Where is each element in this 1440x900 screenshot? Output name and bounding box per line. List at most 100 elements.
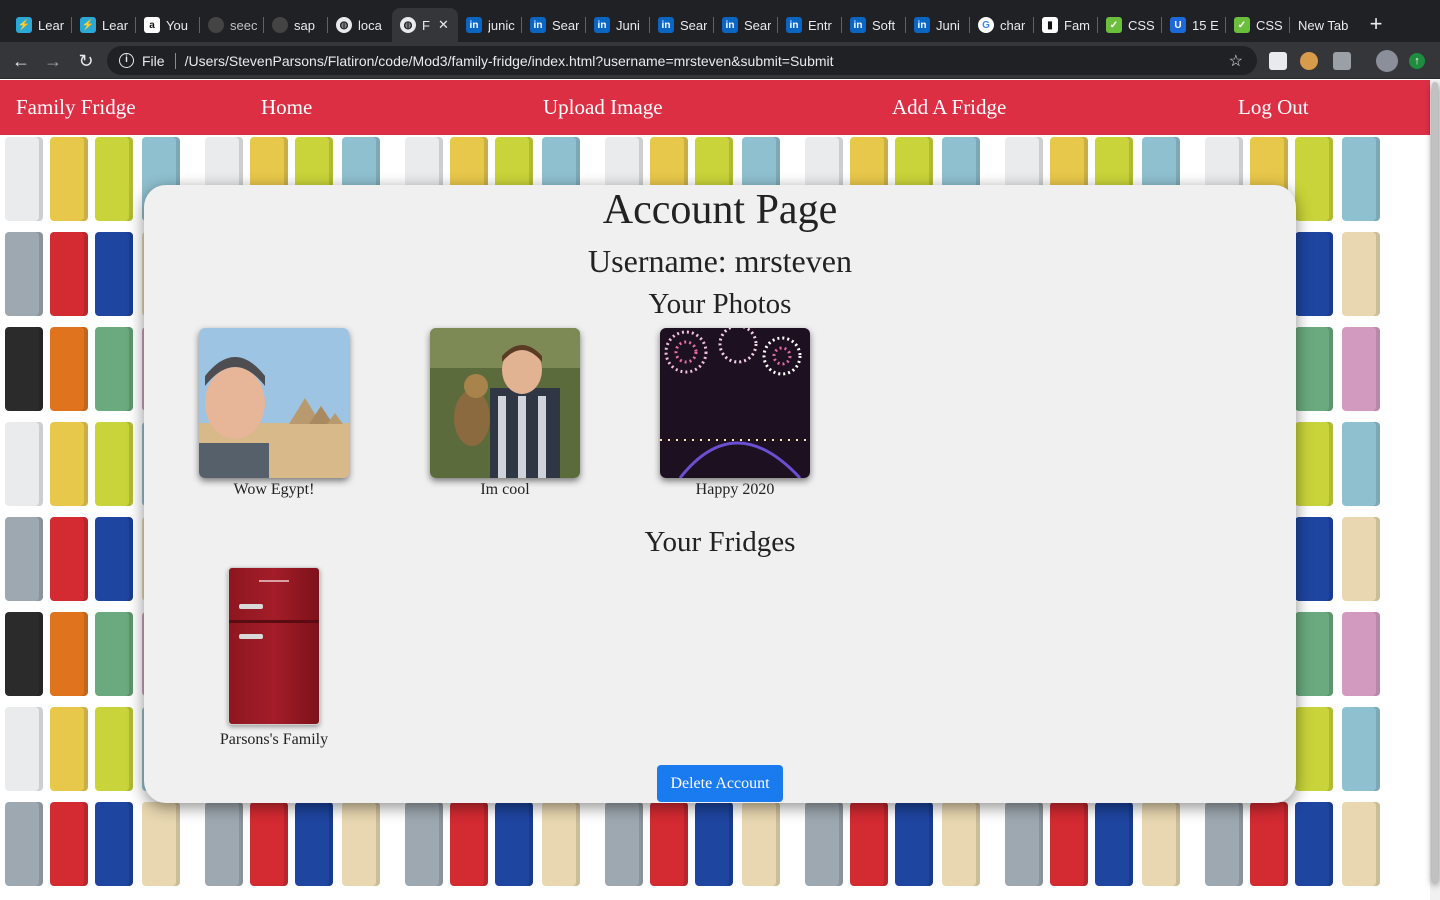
wallpaper-fridge [1295,422,1333,506]
site-navbar: Family Fridge Home Upload Image Add A Fr… [0,80,1430,135]
wallpaper-fridge [850,802,888,886]
tab-linkedin-1[interactable]: in junic [458,8,522,42]
brand-link[interactable]: Family Fridge [16,94,136,120]
wallpaper-fridge [1095,802,1133,886]
profile-avatar[interactable] [1376,50,1398,72]
github-icon [272,17,288,33]
tab-u[interactable]: U 15 E [1162,8,1226,42]
wallpaper-fridge [5,232,43,316]
update-arrow-icon[interactable]: ↑ [1409,53,1425,69]
tab-new-tab[interactable]: New Tab [1290,8,1360,42]
photo-thumbnail[interactable] [660,328,810,478]
reload-icon[interactable]: ↻ [74,49,98,73]
wallpaper-fridge [50,232,88,316]
fridges-heading: Your Fridges [644,526,796,558]
photo-caption: Wow Egypt! [233,481,315,498]
tab-css-1[interactable]: ✓ CSS [1098,8,1162,42]
tab-title: CSS [1128,17,1155,33]
photo-thumbnail[interactable] [199,328,349,478]
tab-github-1[interactable]: seec [200,8,264,42]
tab-linkedin-8[interactable]: in Juni [906,8,970,42]
nav-log-out[interactable]: Log Out [1238,94,1309,120]
tab-trello[interactable]: ▮ Fam [1034,8,1098,42]
wallpaper-fridge [5,422,43,506]
url-text[interactable]: /Users/StevenParsons/Flatiron/code/Mod3/… [185,53,834,69]
cookie-extension-icon[interactable] [1300,52,1318,70]
tab-css-2[interactable]: ✓ CSS [1226,8,1290,42]
wallpaper-fridge [1295,517,1333,601]
photo-thumbnail[interactable] [430,328,580,478]
wallpaper-fridge [1342,707,1380,791]
wallpaper-fridge [605,802,643,886]
tab-linkedin-7[interactable]: in Soft [842,8,906,42]
document-extension-icon[interactable] [1269,52,1287,70]
linkedin-icon: in [786,17,802,33]
tab-linkedin-6[interactable]: in Entr [778,8,842,42]
extension-icon[interactable] [1333,52,1351,70]
tab-title: Juni [616,17,640,33]
wallpaper-fridge [1342,612,1380,696]
photo-caption: Im cool [480,481,530,498]
tab-google[interactable]: G char [970,8,1034,42]
new-tab-plus-icon[interactable]: + [1366,10,1386,38]
address-bar[interactable]: i File /Users/StevenParsons/Flatiron/cod… [107,46,1257,75]
photo-caption: Happy 2020 [695,481,775,498]
nav-add-fridge[interactable]: Add A Fridge [892,94,1006,120]
wallpaper-fridge [95,802,133,886]
wallpaper-fridge [95,327,133,411]
tab-github-2[interactable]: sap [264,8,328,42]
tab-learn-1[interactable]: ⚡ Lear [8,8,72,42]
tab-amazon[interactable]: a You [136,8,200,42]
globe-icon: ◍ [336,17,352,33]
wallpaper-fridge [1342,232,1380,316]
wallpaper-fridge [95,422,133,506]
learn-icon: ⚡ [16,17,32,33]
back-arrow-icon[interactable]: ← [9,49,33,73]
tab-title: Juni [936,17,960,33]
trello-icon: ▮ [1042,17,1058,33]
tab-localhost[interactable]: ◍ loca [328,8,392,42]
wallpaper-fridge [50,327,88,411]
fridge-thumbnail[interactable] [228,567,320,725]
wallpaper-fridge [1295,802,1333,886]
tab-title: junic [488,17,515,33]
tab-linkedin-3[interactable]: in Juni [586,8,650,42]
tab-linkedin-2[interactable]: in Sear [522,8,586,42]
wallpaper-fridge [95,612,133,696]
egypt-photo-image [199,328,349,478]
bookmark-star-icon[interactable]: ☆ [1229,51,1243,71]
tab-linkedin-5[interactable]: in Sear [714,8,778,42]
tab-title: Sear [680,17,708,33]
wallpaper-fridge [1342,517,1380,601]
scrollbar-thumb[interactable] [1432,82,1438,882]
tab-linkedin-4[interactable]: in Sear [650,8,714,42]
account-card: Account Page Username: mrsteven Your Pho… [144,185,1296,803]
forward-arrow-icon[interactable]: → [41,49,65,73]
info-icon[interactable]: i [119,53,134,68]
tab-title: You [166,17,188,33]
wallpaper-fridge [1295,612,1333,696]
wallpaper-fridge [942,802,980,886]
delete-account-button[interactable]: Delete Account [657,765,783,802]
page-scrollbar[interactable] [1430,80,1440,900]
wallpaper-fridge [50,707,88,791]
linkedin-icon: in [594,17,610,33]
css-icon: ✓ [1106,17,1122,33]
wallpaper-fridge [295,802,333,886]
wallpaper-fridge [695,802,733,886]
amazon-icon: a [144,17,160,33]
wallpaper-fridge [1295,707,1333,791]
tab-learn-2[interactable]: ⚡ Lear [72,8,136,42]
globe-icon: ◍ [400,17,416,33]
wallpaper-fridge [95,517,133,601]
wallpaper-fridge [205,802,243,886]
tab-family-fridge-active[interactable]: ◍ F ✕ [392,8,458,42]
tab-title: Sear [552,17,580,33]
close-tab-icon[interactable]: ✕ [438,17,449,33]
page-viewport: Family Fridge Home Upload Image Add A Fr… [0,80,1430,900]
tab-title: CSS [1256,17,1283,33]
nav-upload-image[interactable]: Upload Image [543,94,663,120]
linkedin-icon: in [466,17,482,33]
wallpaper-fridge [1250,802,1288,886]
nav-home[interactable]: Home [261,94,312,120]
